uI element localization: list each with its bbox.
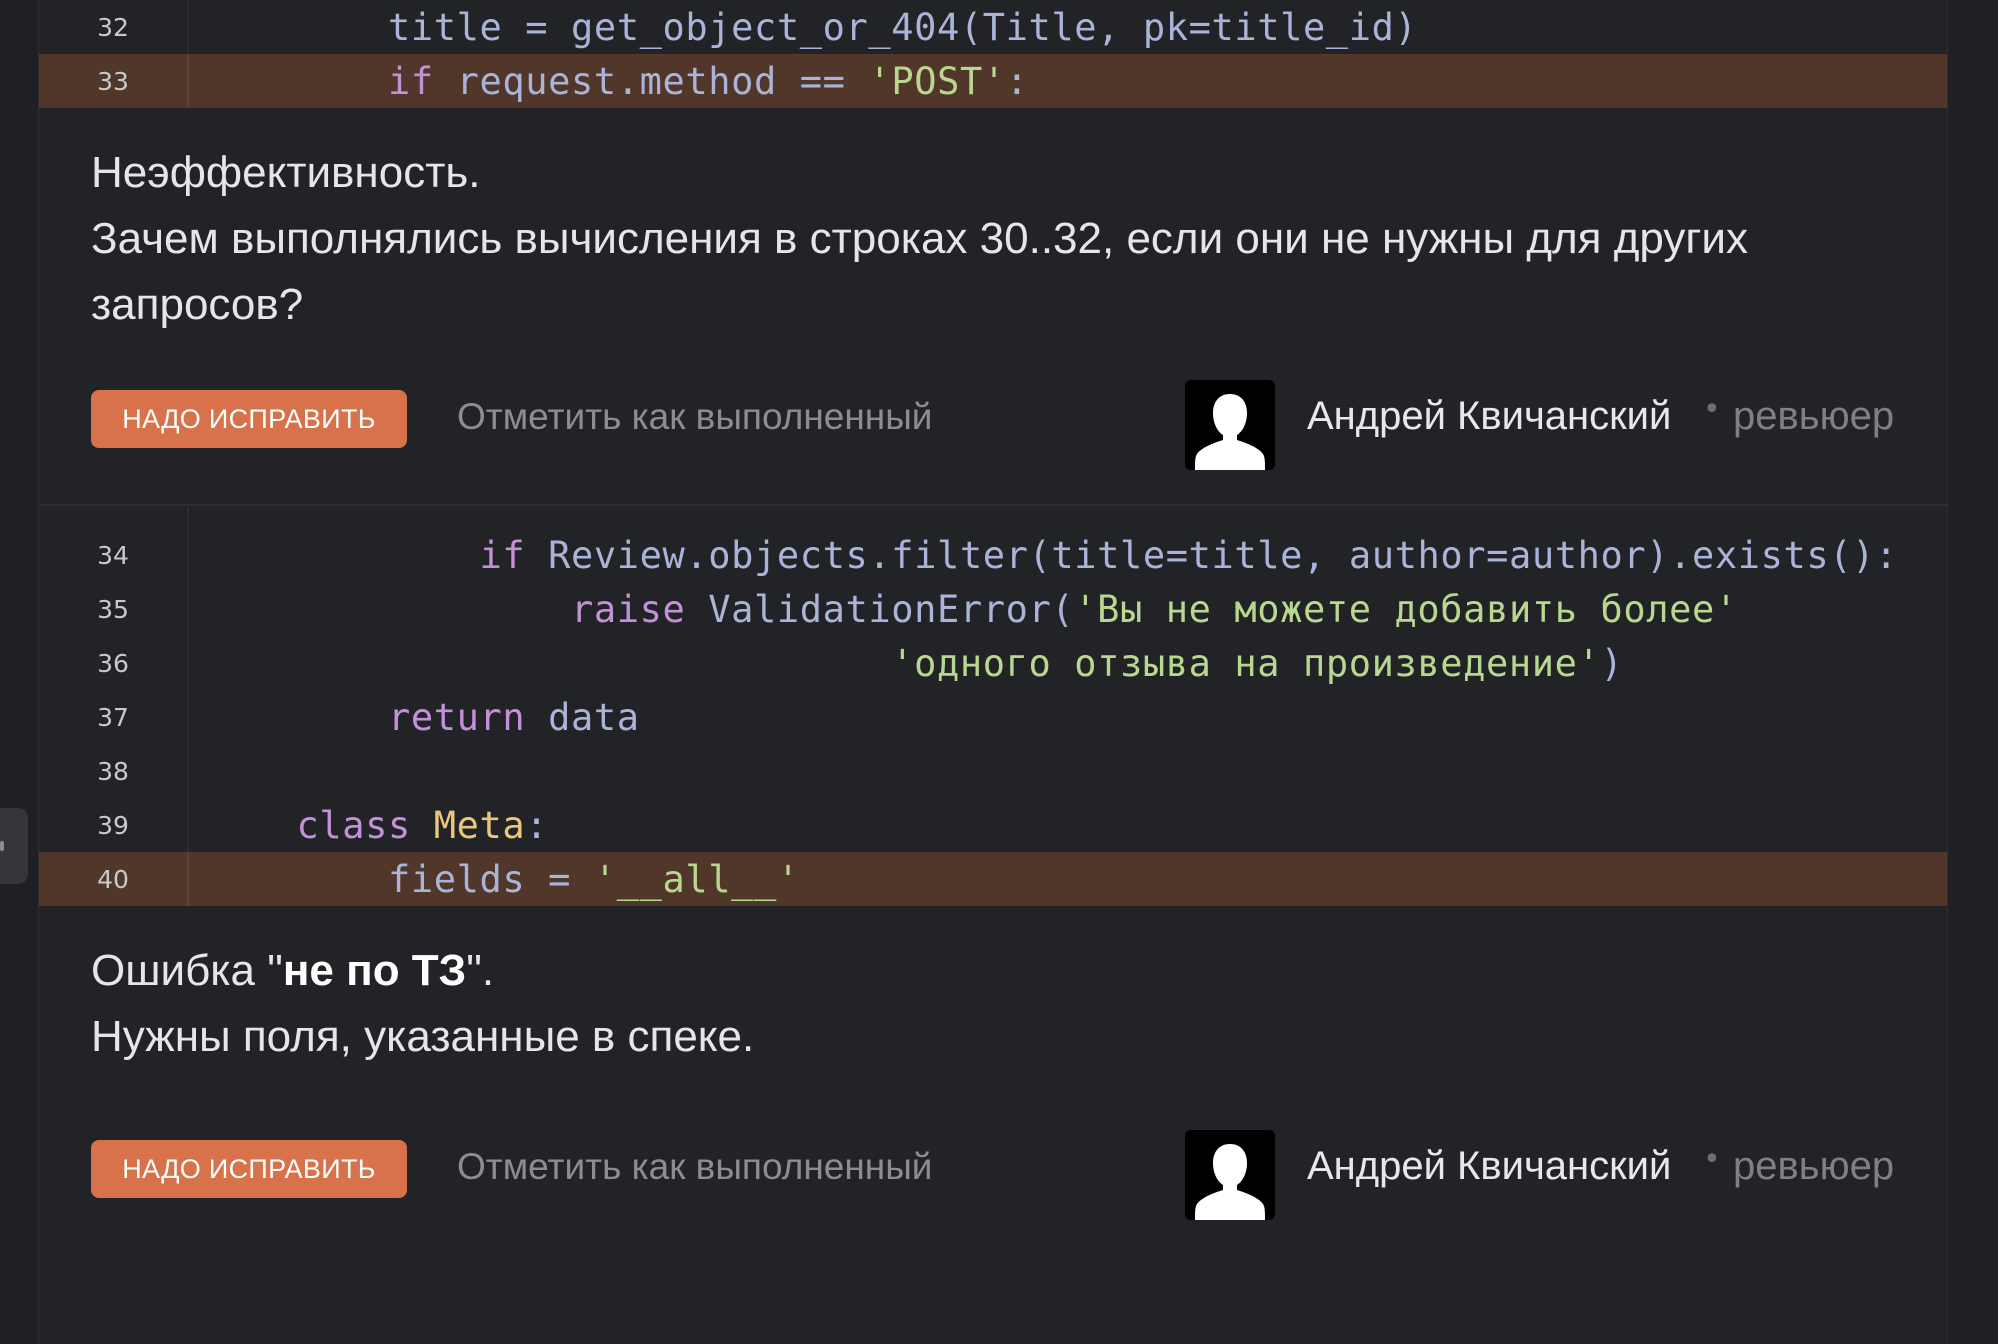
line-number[interactable]: 32	[39, 0, 189, 54]
code-text: title = get_object_or_404(Title, pk=titl…	[189, 6, 1417, 49]
comment-line: запросов?	[91, 280, 304, 329]
code-token: fields =	[205, 857, 594, 901]
code-token: Review.objects.filter(title=title, autho…	[525, 533, 1898, 577]
code-text: if request.method == 'POST':	[189, 60, 1029, 103]
code-line: 37 return data	[39, 690, 1947, 744]
code-line: 36 'одного отзыва на произведение')	[39, 636, 1947, 690]
separator-dot: •	[1703, 392, 1721, 427]
mark-done-link[interactable]: Отметить как выполненный	[457, 396, 932, 438]
user-silhouette-icon	[1195, 1144, 1265, 1220]
avatar[interactable]	[1185, 1130, 1275, 1220]
code-token: request.method ==	[433, 59, 869, 103]
code-keyword: if	[479, 533, 526, 577]
reviewer-name[interactable]: Андрей Квичанский	[1307, 1144, 1671, 1189]
comment-text: Неэффективность. Зачем выполнялись вычис…	[91, 140, 1947, 338]
comment-actions-2: НАДО ИСПРАВИТЬ Отметить как выполненный …	[39, 1120, 1947, 1220]
code-keyword: return	[388, 695, 526, 739]
code-token: :	[1005, 59, 1029, 103]
code-token: :	[525, 803, 549, 847]
mark-done-link[interactable]: Отметить как выполненный	[457, 1146, 932, 1188]
line-number[interactable]: 33	[39, 54, 189, 108]
code-line: 35 raise ValidationError('Вы не можете д…	[39, 582, 1947, 636]
code-text: raise ValidationError('Вы не можете доба…	[189, 588, 1738, 631]
comment-line: Ошибка "не по ТЗ".	[91, 946, 495, 995]
code-text: 'одного отзыва на произведение')	[189, 642, 1623, 685]
comment-actions-1: НАДО ИСПРАВИТЬ Отметить как выполненный …	[39, 370, 1947, 470]
review-comment-2: Ошибка "не по ТЗ". Нужны поля, указанные…	[39, 906, 1947, 1070]
code-keyword: raise	[571, 587, 686, 631]
code-token: data	[525, 695, 640, 739]
code-text: if Review.objects.filter(title=title, au…	[189, 534, 1898, 577]
highlighted-code-line: 40 fields = '__all__'	[39, 852, 1947, 906]
code-string: 'одного отзыва на произведение'	[891, 641, 1601, 685]
line-number[interactable]: 40	[39, 852, 189, 906]
line-number[interactable]: 36	[39, 636, 189, 690]
highlighted-code-line: 33 if request.method == 'POST':	[39, 54, 1947, 108]
reviewer-role: ревьюер	[1733, 1144, 1895, 1188]
code-token: title = get_object_or_404(Title, pk=titl…	[205, 5, 1418, 49]
reviewer-role: ревьюер	[1733, 394, 1895, 438]
code-class-name: Meta	[433, 803, 526, 847]
code-block-2: 34 if Review.objects.filter(title=title,…	[39, 528, 1947, 906]
review-panel: 32 title = get_object_or_404(Title, pk=t…	[38, 0, 1948, 1344]
code-keyword: if	[388, 59, 434, 103]
code-string: 'Вы не можете добавить более'	[1074, 587, 1738, 631]
comment-line: Нужны поля, указанные в спеке.	[91, 1012, 755, 1061]
code-keyword: class	[296, 803, 411, 847]
code-text: return data	[189, 696, 640, 739]
code-spacer	[39, 506, 1947, 528]
line-number[interactable]: 39	[39, 798, 189, 852]
code-line: 39 class Meta:	[39, 798, 1947, 852]
review-comment-1: Неэффективность. Зачем выполнялись вычис…	[39, 108, 1947, 338]
reviewer-name[interactable]: Андрей Квичанский	[1307, 394, 1671, 439]
code-block-1: 32 title = get_object_or_404(Title, pk=t…	[39, 0, 1947, 108]
code-text: fields = '__all__'	[189, 858, 800, 901]
toggle-handle-icon	[0, 841, 4, 851]
needs-fix-button[interactable]: НАДО ИСПРАВИТЬ	[91, 390, 407, 448]
line-number[interactable]: 34	[39, 528, 189, 582]
user-silhouette-icon	[1195, 394, 1265, 470]
comment-line: Неэффективность.	[91, 148, 481, 197]
side-panel-toggle[interactable]	[0, 808, 28, 884]
code-line: 32 title = get_object_or_404(Title, pk=t…	[39, 0, 1947, 54]
avatar[interactable]	[1185, 380, 1275, 470]
needs-fix-button[interactable]: НАДО ИСПРАВИТЬ	[91, 1140, 407, 1198]
code-line: 34 if Review.objects.filter(title=title,…	[39, 528, 1947, 582]
code-token: ValidationError(	[685, 587, 1075, 631]
line-number[interactable]: 37	[39, 690, 189, 744]
code-line: 38	[39, 744, 1947, 798]
line-number[interactable]: 38	[39, 744, 189, 798]
separator-dot: •	[1703, 1142, 1721, 1177]
code-text: class Meta:	[189, 804, 548, 847]
code-string: 'POST'	[868, 59, 1006, 103]
code-string: '__all__'	[593, 857, 800, 901]
comment-text: Ошибка "не по ТЗ". Нужны поля, указанные…	[91, 938, 1947, 1070]
line-number[interactable]: 35	[39, 582, 189, 636]
code-token: )	[1600, 641, 1624, 685]
comment-line: Зачем выполнялись вычисления в строках 3…	[91, 214, 1749, 263]
